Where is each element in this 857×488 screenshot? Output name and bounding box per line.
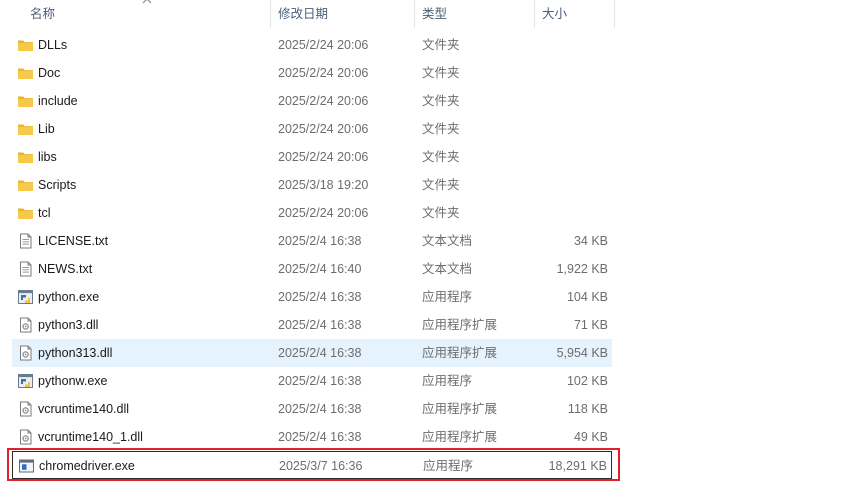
folder-icon: [17, 93, 34, 109]
file-type: 文件夹: [422, 66, 460, 80]
text-file-icon: [17, 261, 34, 277]
file-type: 文件夹: [422, 178, 460, 192]
file-type: 文本文档: [422, 262, 473, 276]
table-row[interactable]: python3.dll 2025/2/4 16:38 应用程序扩展 71 KB: [12, 311, 612, 339]
file-name: python.exe: [38, 290, 100, 304]
file-type: 文本文档: [422, 234, 473, 248]
file-type: 应用程序扩展: [422, 346, 498, 360]
column-divider[interactable]: [614, 0, 615, 28]
file-modified-date: 2025/2/4 16:38: [278, 374, 362, 388]
column-header: 名称 修改日期 类型 大小: [0, 0, 857, 28]
file-name: vcruntime140.dll: [38, 402, 130, 416]
column-date-header[interactable]: 修改日期: [270, 0, 414, 28]
dll-file-icon: [17, 401, 34, 417]
file-size: 1,922 KB: [556, 262, 608, 276]
file-name: DLLs: [38, 38, 68, 52]
file-type: 文件夹: [422, 206, 460, 220]
file-type: 文件夹: [422, 38, 460, 52]
file-size: 104 KB: [566, 290, 608, 304]
file-size: 49 KB: [573, 430, 608, 444]
file-modified-date: 2025/2/4 16:38: [278, 290, 362, 304]
column-type-header[interactable]: 类型: [414, 0, 534, 28]
file-type: 应用程序扩展: [422, 318, 498, 332]
table-row[interactable]: vcruntime140_1.dll 2025/2/4 16:38 应用程序扩展 49…: [12, 423, 612, 451]
file-size: 34 KB: [573, 234, 608, 248]
file-type: 应用程序: [422, 290, 473, 304]
file-modified-date: 2025/2/4 16:38: [278, 318, 362, 332]
table-row[interactable]: libs 2025/2/24 20:06 文件夹: [12, 143, 612, 171]
file-modified-date: 2025/2/24 20:06: [278, 66, 369, 80]
table-row[interactable]: include 2025/2/24 20:06 文件夹: [12, 87, 612, 115]
file-size: 102 KB: [566, 374, 608, 388]
python-exe-icon: [17, 373, 34, 389]
table-row[interactable]: NEWS.txt 2025/2/4 16:40 文本文档 1,922 KB: [12, 255, 612, 283]
file-name: libs: [38, 150, 57, 164]
file-type: 文件夹: [422, 122, 460, 136]
python-exe-icon: [17, 289, 34, 305]
file-modified-date: 2025/2/4 16:38: [278, 234, 362, 248]
table-row[interactable]: LICENSE.txt 2025/2/4 16:38 文本文档 34 KB: [12, 227, 612, 255]
file-name: Scripts: [38, 178, 77, 192]
file-modified-date: 2025/2/24 20:06: [278, 206, 369, 220]
file-modified-date: 2025/2/24 20:06: [278, 38, 369, 52]
file-name: python313.dll: [38, 346, 113, 360]
file-size: 5,954 KB: [556, 346, 608, 360]
file-name: include: [38, 94, 78, 108]
folder-icon: [17, 37, 34, 53]
table-row[interactable]: python313.dll 2025/2/4 16:38 应用程序扩展 5,954 K…: [12, 339, 612, 367]
folder-icon: [17, 65, 34, 81]
table-row[interactable]: pythonw.exe 2025/2/4 16:38 应用程序 102 KB: [12, 367, 612, 395]
file-size: 118 KB: [567, 402, 608, 416]
table-row[interactable]: python.exe 2025/2/4 16:38 应用程序 104 KB: [12, 283, 612, 311]
file-type: 应用程序扩展: [422, 402, 498, 416]
table-row[interactable]: Doc 2025/2/24 20:06 文件夹: [12, 59, 612, 87]
file-modified-date: 2025/2/24 20:06: [278, 150, 369, 164]
dll-file-icon: [17, 345, 34, 361]
dll-file-icon: [17, 317, 34, 333]
table-row[interactable]: vcruntime140.dll 2025/2/4 16:38 应用程序扩展 118 …: [12, 395, 612, 423]
file-name: pythonw.exe: [38, 374, 108, 388]
highlight-annotation-box: [7, 448, 620, 481]
table-row[interactable]: Scripts 2025/3/18 19:20 文件夹: [12, 171, 612, 199]
file-modified-date: 2025/2/24 20:06: [278, 122, 369, 136]
text-file-icon: [17, 233, 34, 249]
file-modified-date: 2025/2/4 16:38: [278, 430, 362, 444]
file-size: 71 KB: [573, 318, 608, 332]
file-name: tcl: [38, 206, 51, 220]
file-type: 应用程序: [422, 374, 473, 388]
file-name: Doc: [38, 66, 61, 80]
folder-icon: [17, 149, 34, 165]
file-name: LICENSE.txt: [38, 234, 109, 248]
file-type: 文件夹: [422, 94, 460, 108]
file-modified-date: 2025/2/4 16:38: [278, 346, 362, 360]
folder-icon: [17, 205, 34, 221]
file-modified-date: 2025/2/4 16:40: [278, 262, 362, 276]
folder-icon: [17, 121, 34, 137]
file-modified-date: 2025/2/24 20:06: [278, 94, 369, 108]
file-type: 文件夹: [422, 150, 460, 164]
dll-file-icon: [17, 429, 34, 445]
table-row[interactable]: tcl 2025/2/24 20:06 文件夹: [12, 199, 612, 227]
file-name: python3.dll: [38, 318, 99, 332]
column-name-header[interactable]: 名称: [22, 0, 270, 28]
table-row[interactable]: DLLs 2025/2/24 20:06 文件夹: [12, 31, 612, 59]
file-name: NEWS.txt: [38, 262, 93, 276]
file-name: Lib: [38, 122, 55, 136]
file-name: vcruntime140_1.dll: [38, 430, 143, 444]
folder-icon: [17, 177, 34, 193]
file-modified-date: 2025/2/4 16:38: [278, 402, 362, 416]
file-modified-date: 2025/3/18 19:20: [278, 178, 369, 192]
column-size-header[interactable]: 大小: [534, 0, 614, 28]
table-row[interactable]: Lib 2025/2/24 20:06 文件夹: [12, 115, 612, 143]
file-type: 应用程序扩展: [422, 430, 498, 444]
